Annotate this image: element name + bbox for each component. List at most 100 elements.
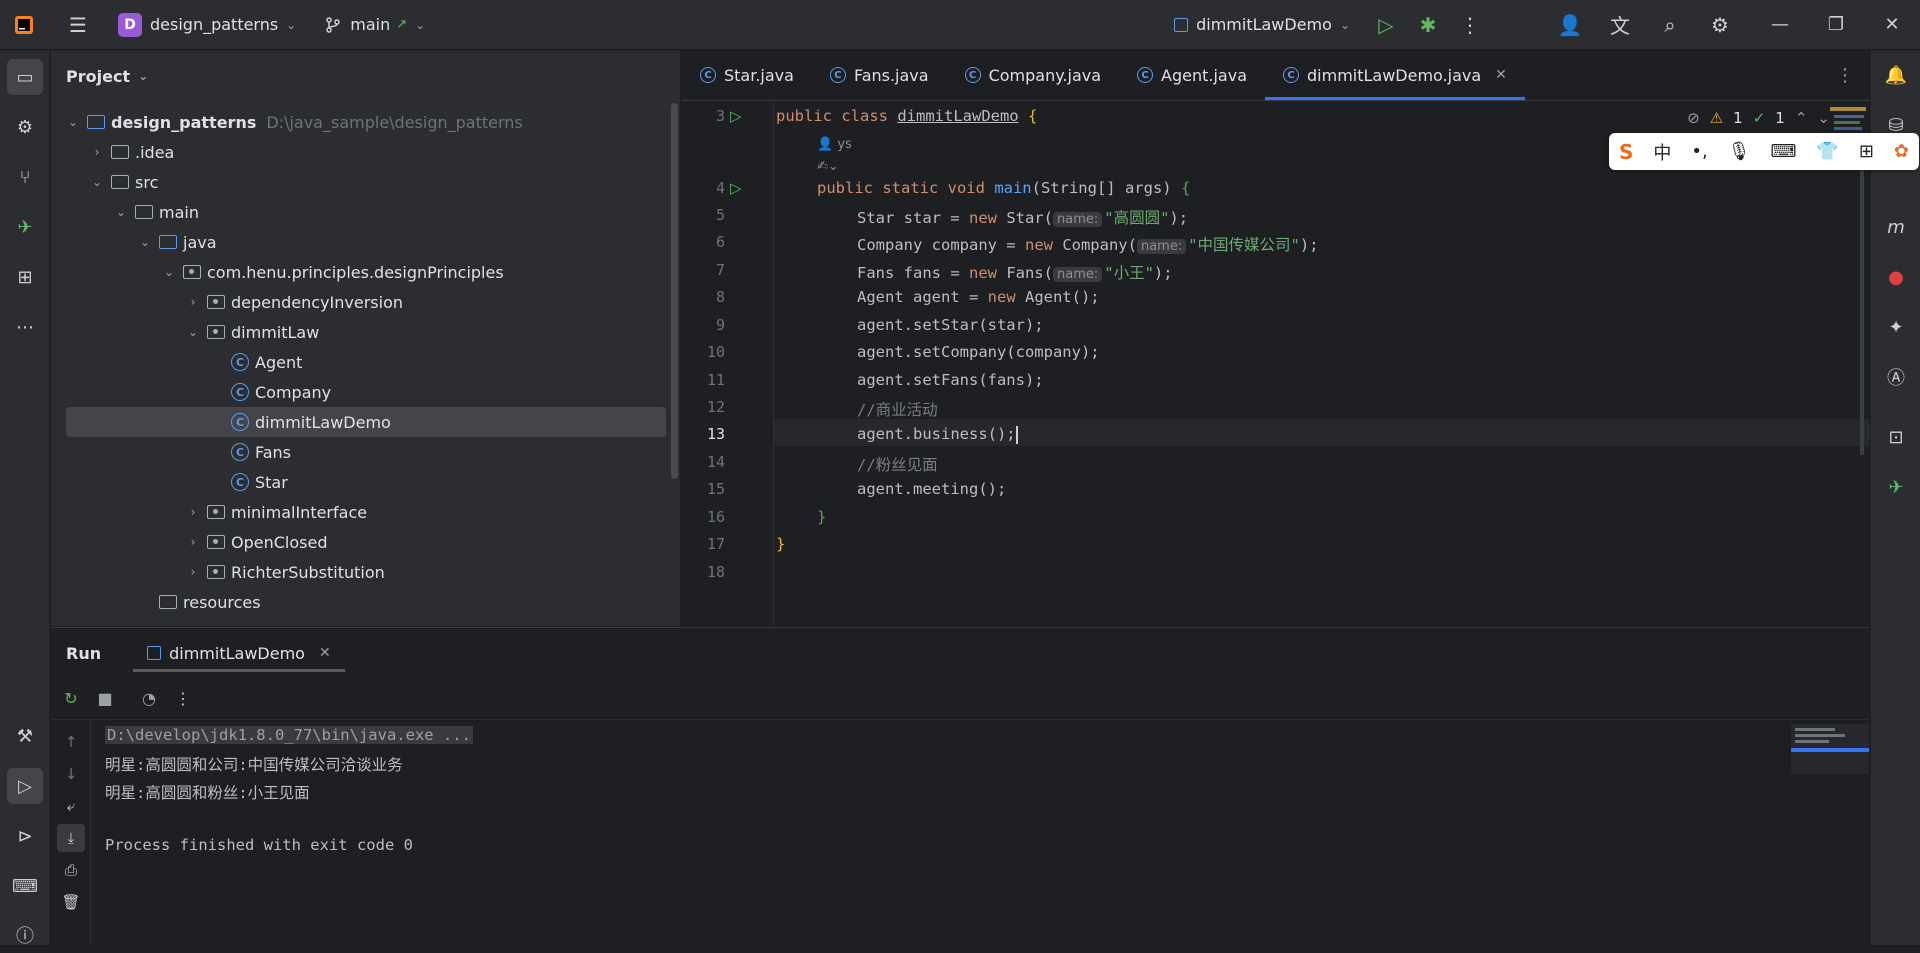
clear-all-icon[interactable]: 🗑	[57, 888, 85, 916]
tree-item-com-henu-principles-designprinciples[interactable]: ⌄ com.henu.principles.designPrinciples	[51, 257, 504, 287]
plugin-icon[interactable]: ●	[1878, 259, 1914, 295]
line-number[interactable]: 10	[685, 343, 725, 361]
code-line-11[interactable]: agent.setFans(fans);	[857, 371, 1044, 389]
maven-icon[interactable]: m	[1878, 209, 1914, 245]
console-command-line[interactable]: D:\develop\jdk1.8.0_77\bin\java.exe ...	[105, 726, 473, 744]
code-line-15[interactable]: agent.meeting();	[857, 480, 1006, 498]
settings-icon[interactable]: ⚙	[1702, 7, 1738, 43]
line-number[interactable]: 5	[685, 206, 725, 224]
line-number[interactable]: 3	[685, 107, 725, 125]
tree-item-star[interactable]: C Star	[51, 467, 288, 497]
line-number[interactable]: 17	[685, 535, 725, 553]
tab-star-java[interactable]: C Star.java	[682, 50, 812, 100]
tree-item-src[interactable]: ⌄ src	[51, 167, 158, 197]
soft-wrap-icon[interactable]: ⤶	[57, 792, 85, 820]
git-tool-icon[interactable]: ⑂	[7, 159, 43, 195]
chevron-down-icon[interactable]: ⌄	[159, 265, 179, 279]
services-tool-icon[interactable]: ⊳	[7, 818, 43, 854]
prev-highlight-icon[interactable]: ⌃	[1795, 109, 1808, 127]
tab-dimmitlawdemo-java[interactable]: CdimmitLawDemo.java ✕	[1265, 50, 1525, 100]
more-tools-icon[interactable]: ⋯	[7, 309, 43, 345]
tree-item-main[interactable]: ⌄ main	[51, 197, 199, 227]
mic-icon[interactable]: 🎙	[1728, 141, 1751, 162]
code-line-7[interactable]: Fans fans = new Fans(name: "小王");	[857, 261, 1173, 283]
line-number[interactable]: 7	[685, 261, 725, 279]
build-tool-icon[interactable]: ⚒	[7, 718, 43, 754]
tree-item-richtersubstitution[interactable]: › RichterSubstitution	[51, 557, 385, 587]
sogou-logo[interactable]: S	[1619, 140, 1633, 164]
console-minimap[interactable]	[1791, 724, 1869, 774]
ai-chat-icon[interactable]: Ⓐ	[1878, 359, 1914, 395]
vcs-branch-widget[interactable]: main ↗ ⌄	[316, 7, 433, 43]
code-line-10[interactable]: agent.setCompany(company);	[857, 343, 1100, 361]
tree-item-company[interactable]: C Company	[51, 377, 331, 407]
code-line-4[interactable]: public static void main(String[] args) {	[817, 179, 1190, 197]
line-number[interactable]: 6	[685, 233, 725, 251]
run-tab-dimmitlawdemo[interactable]: dimmitLawDemo ✕	[133, 628, 345, 678]
chevron-down-icon[interactable]: ⌄	[183, 325, 203, 339]
more-options-icon[interactable]: ⋮	[168, 684, 198, 714]
next-highlight-icon[interactable]: ⌄	[1817, 109, 1830, 127]
project-widget[interactable]: D design_patterns ⌄	[110, 7, 304, 43]
chevron-down-icon[interactable]: ⌄	[135, 235, 155, 249]
line-number[interactable]: 15	[685, 480, 725, 498]
chevron-right-icon[interactable]: ›	[183, 565, 203, 579]
grid-icon[interactable]: ⊞	[1859, 141, 1874, 162]
translate-icon[interactable]: 文	[1602, 7, 1638, 43]
close-window-button[interactable]: ✕	[1864, 0, 1920, 50]
tree-item-java[interactable]: ⌄ java	[51, 227, 217, 257]
code-line-5[interactable]: Star star = new Star(name: "高圆圆");	[857, 206, 1188, 228]
code-line-9[interactable]: agent.setStar(star);	[857, 316, 1044, 334]
line-number[interactable]: 4	[685, 179, 725, 197]
ai-hint-icon[interactable]: ✍⌄	[817, 159, 839, 174]
scroll-to-end-icon[interactable]: ⤓	[57, 824, 85, 852]
reader-mode-icon[interactable]: ⊘	[1687, 109, 1700, 127]
tree-item-fans[interactable]: C Fans	[51, 437, 291, 467]
tree-item-openclosed[interactable]: › OpenClosed	[51, 527, 328, 557]
punctuation-toggle[interactable]: •,	[1691, 141, 1707, 162]
stop-icon[interactable]: ■	[90, 684, 120, 714]
code-line-16[interactable]: }	[817, 508, 826, 526]
tab-agent-java[interactable]: C Agent.java	[1119, 50, 1265, 100]
tree-item-dimmitlawdemo[interactable]: CdimmitLawDemo	[66, 407, 666, 437]
chevron-down-icon[interactable]: ⌄	[87, 175, 107, 189]
code-line-13[interactable]: agent.business();	[857, 425, 1018, 444]
tree-item-minimalinterface[interactable]: › minimalInterface	[51, 497, 368, 527]
scroll-down-icon[interactable]: ↓	[57, 760, 85, 788]
skin-icon[interactable]: 👕	[1816, 141, 1838, 162]
run-gutter-icon[interactable]: ▷	[730, 107, 742, 125]
problems-tool-icon[interactable]: ⓘ	[7, 917, 43, 953]
run-gutter-icon[interactable]: ▷	[730, 179, 742, 197]
keyboard-icon[interactable]: ⌨	[1770, 141, 1796, 162]
tree-item-design-patterns[interactable]: ⌄ design_patterns D:\java_sample\design_pa…	[51, 107, 523, 137]
line-number[interactable]: 16	[685, 508, 725, 526]
ai-assistant-icon[interactable]: ✦	[1878, 309, 1914, 345]
main-menu-icon[interactable]: ☰	[60, 7, 96, 43]
code-line-3[interactable]: public class dimmitLawDemo {	[776, 107, 1037, 125]
chevron-right-icon[interactable]: ›	[183, 295, 203, 309]
chevron-right-icon[interactable]: ›	[87, 145, 107, 159]
debug-icon[interactable]: ✱	[1410, 7, 1446, 43]
code-line-8[interactable]: Agent agent = new Agent();	[857, 288, 1100, 306]
code-line-6[interactable]: Company company = new Company(name: "中国传媒…	[857, 233, 1319, 255]
line-number[interactable]: 12	[685, 398, 725, 416]
run-config-selector[interactable]: dimmitLawDemo ⌄	[1166, 7, 1358, 43]
code-with-me-icon[interactable]: 👤	[1552, 7, 1588, 43]
jrebel-icon[interactable]: ✈	[7, 209, 43, 245]
chevron-right-icon[interactable]: ›	[183, 505, 203, 519]
tree-item-dependencyinversion[interactable]: › dependencyInversion	[51, 287, 403, 317]
structure-tool-icon[interactable]: ⊞	[7, 259, 43, 295]
rerun-icon[interactable]: ↻	[56, 684, 86, 714]
line-number[interactable]: 9	[685, 316, 725, 334]
line-number[interactable]: 18	[685, 563, 725, 581]
line-number[interactable]: 14	[685, 453, 725, 471]
tree-item-agent[interactable]: C Agent	[51, 347, 302, 377]
text-icon[interactable]: ⊡	[1878, 419, 1914, 455]
chevron-down-icon[interactable]: ⌄	[111, 205, 131, 219]
jrebel-panel-icon[interactable]: ✈	[1878, 469, 1914, 505]
run-icon[interactable]: ▷	[1368, 7, 1404, 43]
scroll-up-icon[interactable]: ↑	[57, 728, 85, 756]
search-icon[interactable]: ⌕	[1652, 7, 1688, 43]
chevron-down-icon[interactable]: ⌄	[63, 115, 83, 129]
notifications-icon[interactable]: 🔔	[1878, 57, 1914, 93]
